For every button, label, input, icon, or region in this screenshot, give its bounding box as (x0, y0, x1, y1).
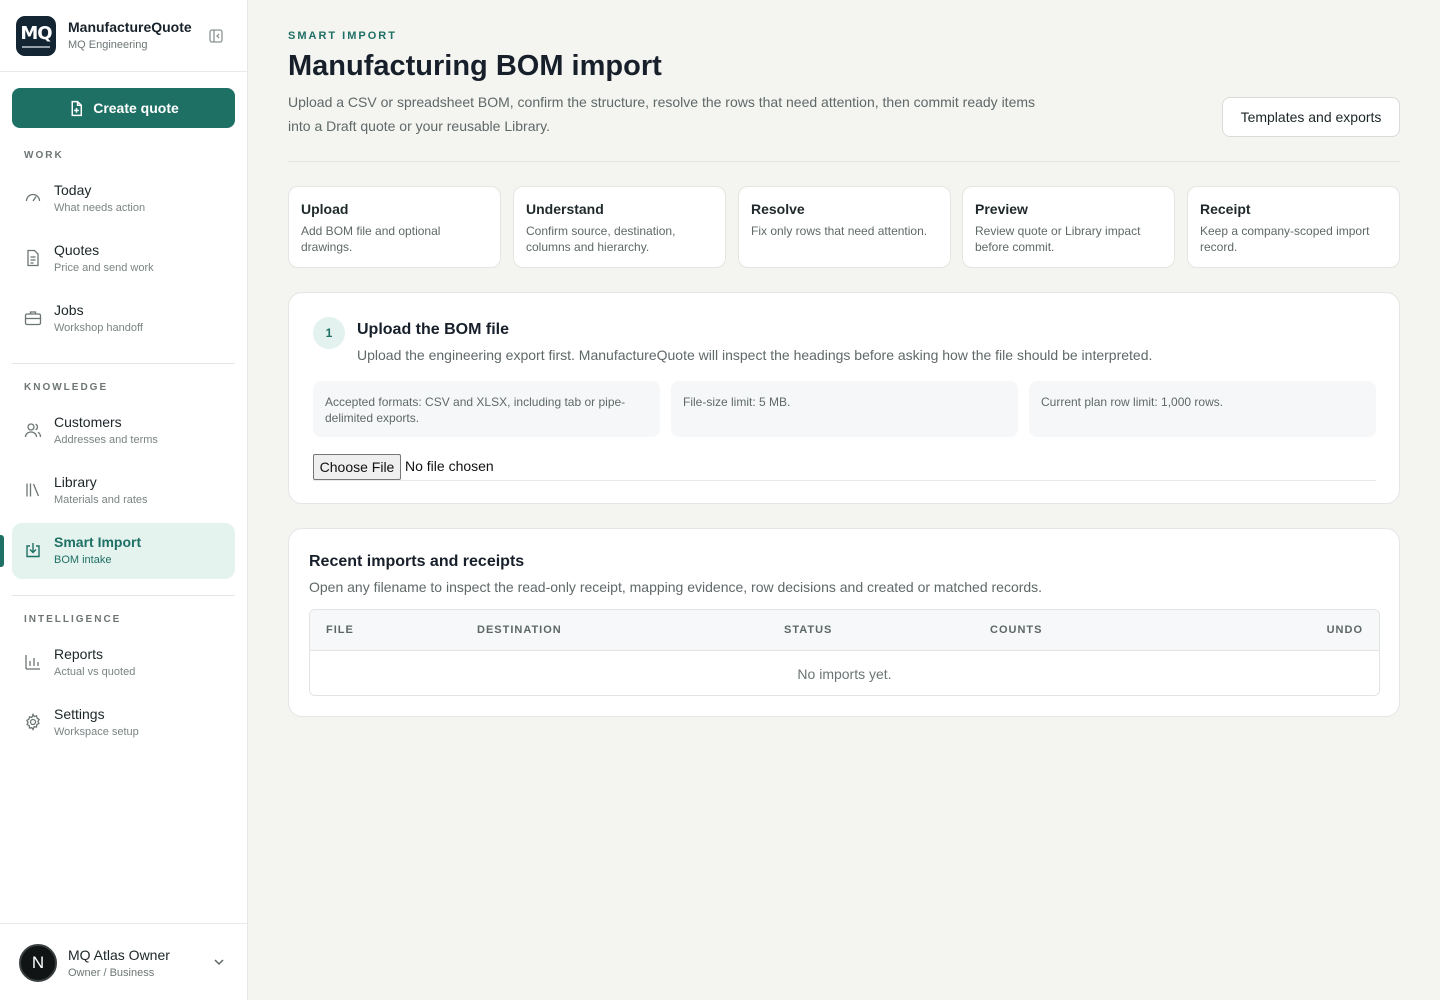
step-card-resolve: Resolve Fix only rows that need attentio… (738, 186, 951, 268)
sidebar-item-title: Smart Import (54, 534, 142, 550)
step-card-preview: Preview Review quote or Library impact b… (962, 186, 1175, 268)
empty-state: No imports yet. (797, 666, 892, 682)
recent-imports-description: Open any filename to inspect the read-on… (309, 579, 1043, 595)
sidebar-item-title: Today (54, 182, 92, 198)
section-label-intelligence: INTELLIGENCE (24, 614, 122, 625)
create-quote-button[interactable]: Create quote (12, 88, 235, 128)
gear-icon (26, 713, 40, 731)
step-card-understand: Understand Confirm source, destination, … (513, 186, 726, 268)
header-divider (288, 161, 1400, 162)
user-name: MQ Atlas Owner (68, 947, 170, 963)
column-header-undo[interactable]: UNDO (1327, 624, 1363, 636)
sidebar-item-subtitle: Price and send work (54, 262, 154, 274)
brand-header: MQ ManufactureQuote MQ Engineering (0, 0, 247, 72)
workspace-name: MQ Engineering (68, 39, 148, 51)
accepted-formats-info: Accepted formats: CSV and XLSX, includin… (313, 381, 660, 437)
sidebar-item-jobs[interactable]: Jobs Workshop handoff (12, 291, 235, 347)
step-title: Upload (301, 201, 349, 217)
sidebar-item-subtitle: BOM intake (54, 554, 112, 566)
sidebar: MQ ManufactureQuote MQ Engineering Creat… (0, 0, 248, 1000)
step-text: Add BOM file and optional drawings. (301, 224, 441, 254)
step-number-badge: 1 (313, 317, 345, 349)
choose-file-button[interactable]: Choose File (313, 454, 401, 480)
create-quote-label: Create quote (93, 100, 179, 116)
sidebar-item-title: Quotes (54, 242, 100, 258)
step-card-receipt: Receipt Keep a company-scoped import rec… (1187, 186, 1400, 268)
user-role: Owner / Business (68, 967, 155, 979)
brand-logo[interactable]: MQ (16, 16, 56, 56)
upload-description: Upload the engineering export first. Man… (357, 347, 1153, 363)
collapse-sidebar-icon[interactable] (208, 28, 224, 44)
page-title: Manufacturing BOM import (288, 50, 662, 82)
page-eyebrow: SMART IMPORT (288, 30, 397, 42)
step-text: Fix only rows that need attention. (751, 224, 928, 238)
sidebar-item-customers[interactable]: Customers Addresses and terms (12, 403, 235, 459)
sidebar-divider (12, 595, 235, 596)
brand-name: ManufactureQuote (68, 19, 192, 35)
active-indicator (0, 535, 4, 567)
document-icon (27, 249, 39, 267)
sidebar-item-quotes[interactable]: Quotes Price and send work (12, 231, 235, 287)
step-text: Review quote or Library impact before co… (975, 224, 1141, 254)
gauge-icon (25, 193, 41, 202)
recent-imports-card: Recent imports and receipts Open any fil… (288, 528, 1400, 717)
avatar: N (19, 944, 57, 982)
sidebar-item-subtitle: Addresses and terms (54, 434, 158, 446)
step-text: Keep a company-scoped import record. (1200, 224, 1370, 254)
upload-title: Upload the BOM file (357, 321, 509, 338)
sidebar-item-subtitle: Workshop handoff (54, 322, 143, 334)
imports-table: FILE DESTINATION STATUS COUNTS UNDO No i… (309, 609, 1380, 696)
step-title: Resolve (751, 201, 805, 217)
sidebar-item-title: Customers (54, 414, 122, 430)
sidebar-item-today[interactable]: Today What needs action (12, 171, 235, 227)
file-status-text: No file chosen (405, 458, 494, 474)
upload-card: 1 Upload the BOM file Upload the enginee… (288, 292, 1400, 504)
column-header-destination[interactable]: DESTINATION (477, 624, 562, 636)
user-menu[interactable]: N MQ Atlas Owner Owner / Business (0, 923, 247, 1000)
file-size-limit-info: File-size limit: 5 MB. (671, 381, 1018, 437)
recent-imports-title: Recent imports and receipts (309, 553, 525, 570)
section-label-knowledge: KNOWLEDGE (24, 382, 109, 393)
page-description: Upload a CSV or spreadsheet BOM, confirm… (288, 94, 1036, 134)
briefcase-icon (24, 311, 42, 326)
sidebar-item-subtitle: What needs action (54, 202, 146, 214)
file-input[interactable]: Choose File No file chosen (313, 453, 1376, 481)
sidebar-item-settings[interactable]: Settings Workspace setup (12, 695, 235, 751)
sidebar-item-smart-import[interactable]: Smart Import BOM intake (12, 523, 235, 579)
users-icon (24, 423, 42, 438)
step-title: Understand (526, 201, 604, 217)
logo-text: MQ (20, 22, 52, 44)
step-title: Preview (975, 201, 1028, 217)
step-card-upload: Upload Add BOM file and optional drawing… (288, 186, 501, 268)
bar-chart-icon (25, 655, 40, 670)
sidebar-item-library[interactable]: Library Materials and rates (12, 463, 235, 519)
sidebar-item-subtitle: Workspace setup (54, 726, 139, 738)
sidebar-item-title: Jobs (54, 302, 84, 318)
chevron-down-icon[interactable] (212, 955, 226, 969)
library-icon (26, 483, 40, 497)
row-limit-info: Current plan row limit: 1,000 rows. (1029, 381, 1376, 437)
sidebar-item-subtitle: Materials and rates (54, 494, 148, 506)
sidebar-item-title: Library (54, 474, 97, 490)
step-title: Receipt (1200, 201, 1251, 217)
column-header-counts[interactable]: COUNTS (990, 624, 1042, 636)
new-document-icon (71, 100, 83, 116)
column-header-status[interactable]: STATUS (784, 624, 832, 636)
table-header: FILE DESTINATION STATUS COUNTS UNDO (310, 610, 1379, 651)
sidebar-item-title: Reports (54, 646, 104, 662)
step-text: Confirm source, destination, columns and… (526, 224, 676, 254)
sidebar-divider (12, 363, 235, 364)
section-label-work: WORK (24, 150, 64, 161)
sidebar-item-subtitle: Actual vs quoted (54, 666, 136, 678)
sidebar-item-title: Settings (54, 706, 105, 722)
logo-underline (22, 45, 50, 48)
sidebar-item-reports[interactable]: Reports Actual vs quoted (12, 635, 235, 691)
column-header-file[interactable]: FILE (326, 624, 354, 636)
templates-and-exports-button[interactable]: Templates and exports (1222, 97, 1400, 137)
import-icon (26, 543, 40, 558)
